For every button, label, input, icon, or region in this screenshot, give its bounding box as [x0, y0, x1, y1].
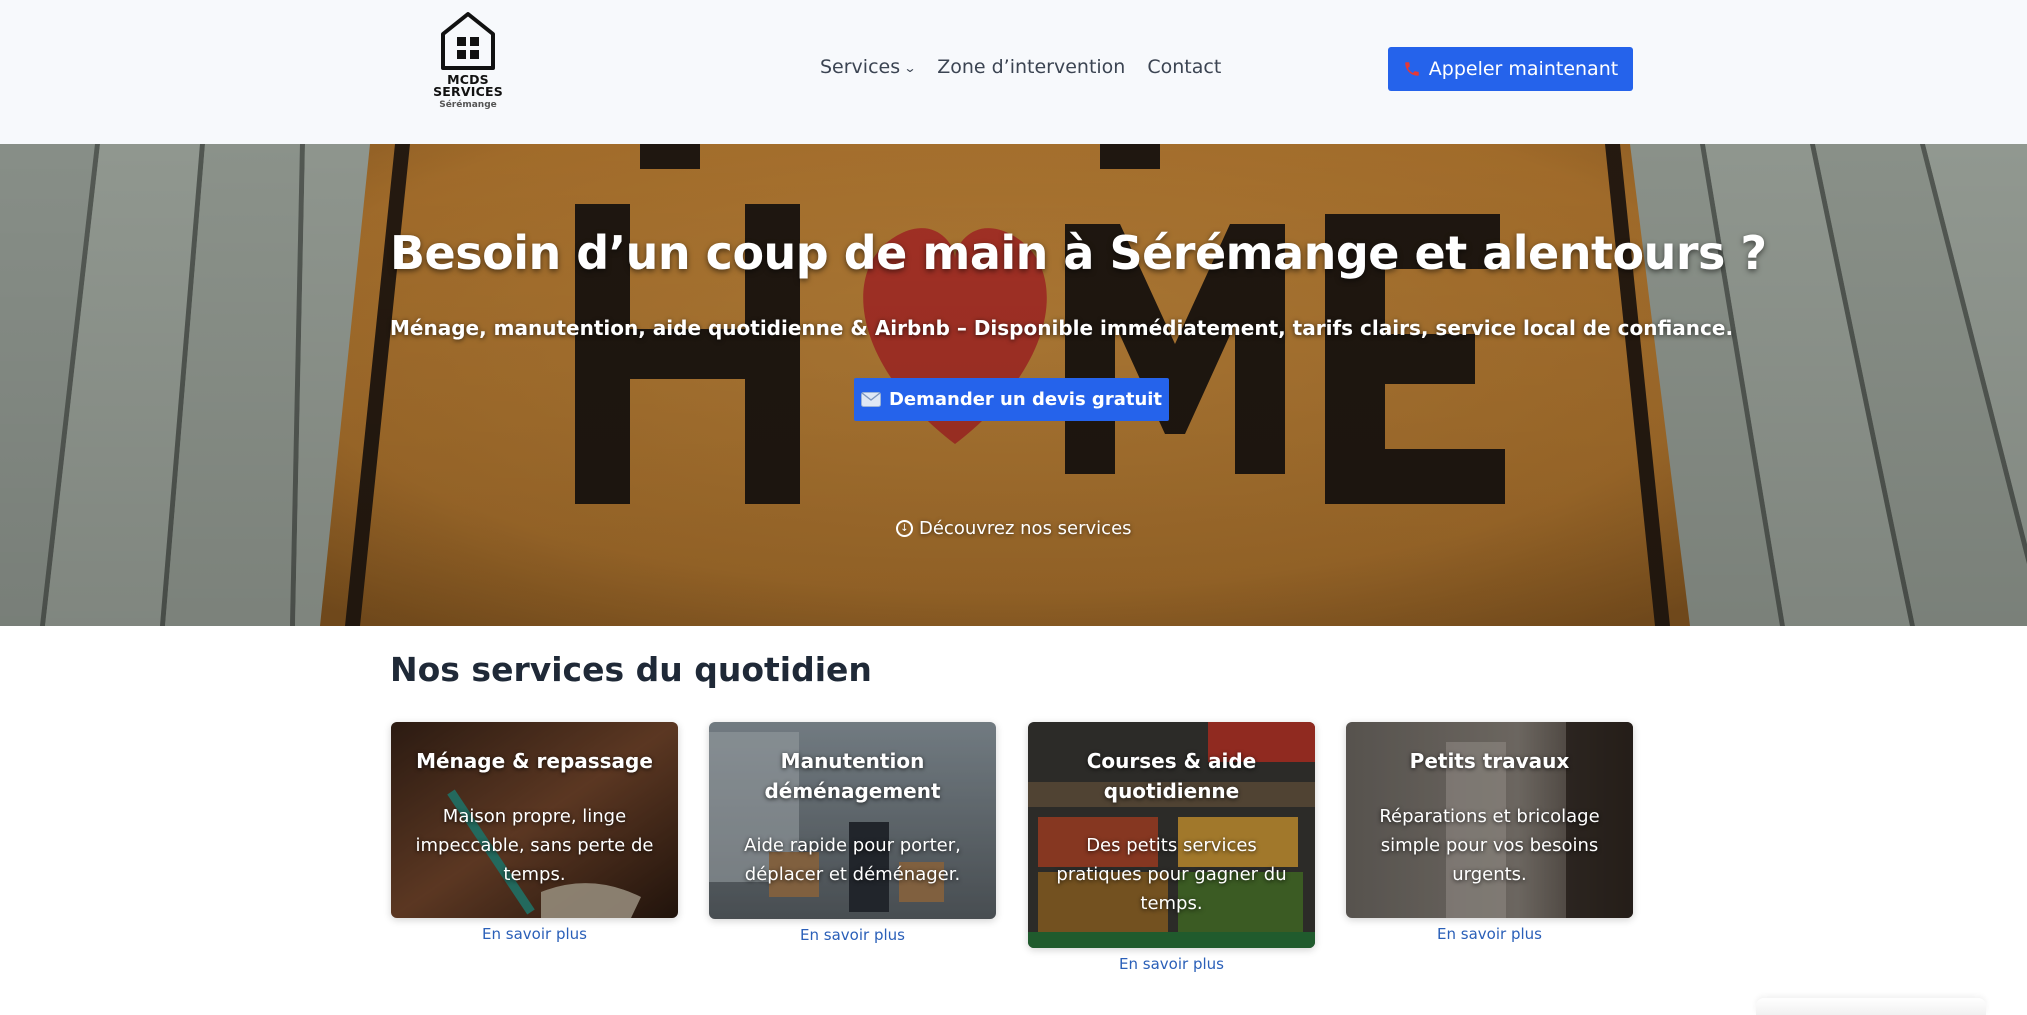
discover-services-label: Découvrez nos services: [919, 518, 1132, 539]
logo-name: MCDS SERVICES: [433, 73, 503, 99]
card-content: Manutention déménagement Aide rapide pou…: [709, 722, 996, 889]
envelope-icon: [860, 392, 881, 407]
main-nav: Services ⌄ Zone d’intervention Contact: [820, 56, 1221, 78]
service-card-manutention[interactable]: Manutention déménagement Aide rapide pou…: [709, 722, 996, 919]
card-description: Aide rapide pour porter, déplacer et dém…: [744, 835, 961, 885]
card-content: Petits travaux Réparations et bricolage …: [1346, 722, 1633, 889]
nav-item-label: Contact: [1147, 56, 1222, 78]
nav-item-zone[interactable]: Zone d’intervention: [937, 56, 1125, 78]
service-card-travaux[interactable]: Petits travaux Réparations et bricolage …: [1346, 722, 1633, 918]
card-link-menage[interactable]: En savoir plus: [391, 925, 678, 943]
services-section-title: Nos services du quotidien: [390, 650, 872, 689]
nav-item-contact[interactable]: Contact: [1147, 56, 1221, 78]
hero-title: Besoin d’un coup de main à Sérémange et …: [390, 226, 1767, 280]
nav-item-label: Zone d’intervention: [937, 56, 1126, 78]
card-content: Courses & aide quotidienne Des petits se…: [1028, 722, 1315, 918]
free-quote-button[interactable]: Demander un devis gratuit: [854, 378, 1169, 421]
site-logo[interactable]: MCDS SERVICES Sérémange: [428, 10, 508, 120]
card-title: Courses & aide quotidienne: [1086, 749, 1257, 803]
house-icon: [441, 12, 495, 70]
free-quote-label: Demander un devis gratuit: [888, 389, 1163, 410]
card-description: Maison propre, linge impeccable, sans pe…: [415, 806, 654, 885]
chevron-down-icon: ⌄: [903, 61, 917, 75]
floating-widget-edge: [1756, 998, 1986, 1015]
service-card-courses[interactable]: Courses & aide quotidienne Des petits se…: [1028, 722, 1315, 948]
discover-services-link[interactable]: ↓ Découvrez nos services: [896, 518, 1132, 539]
site-header: MCDS SERVICES Sérémange Services ⌄ Zone …: [0, 0, 2027, 144]
service-card-menage[interactable]: Ménage & repassage Maison propre, linge …: [391, 722, 678, 918]
circle-arrow-down-icon: ↓: [896, 520, 913, 537]
card-link-manutention[interactable]: En savoir plus: [709, 926, 996, 944]
logo-name-line2: SERVICES: [433, 84, 503, 99]
card-link-travaux[interactable]: En savoir plus: [1346, 925, 1633, 943]
card-title: Ménage & repassage: [416, 749, 653, 773]
hero-banner: Besoin d’un coup de main à Sérémange et …: [0, 144, 2027, 626]
nav-item-services[interactable]: Services ⌄: [820, 56, 917, 78]
call-now-button[interactable]: Appeler maintenant: [1388, 47, 1633, 91]
nav-item-label: Services: [820, 56, 901, 78]
card-description: Des petits services pratiques pour gagne…: [1056, 835, 1287, 914]
logo-city: Sérémange: [439, 100, 497, 110]
card-content: Ménage & repassage Maison propre, linge …: [391, 722, 678, 889]
card-title: Manutention déménagement: [764, 749, 941, 803]
card-link-courses[interactable]: En savoir plus: [1028, 955, 1315, 973]
hero-subtitle: Ménage, manutention, aide quotidienne & …: [390, 316, 1734, 340]
card-title: Petits travaux: [1409, 749, 1570, 773]
phone-icon: [1405, 62, 1419, 76]
card-description: Réparations et bricolage simple pour vos…: [1379, 806, 1600, 885]
call-now-label: Appeler maintenant: [1428, 58, 1619, 80]
